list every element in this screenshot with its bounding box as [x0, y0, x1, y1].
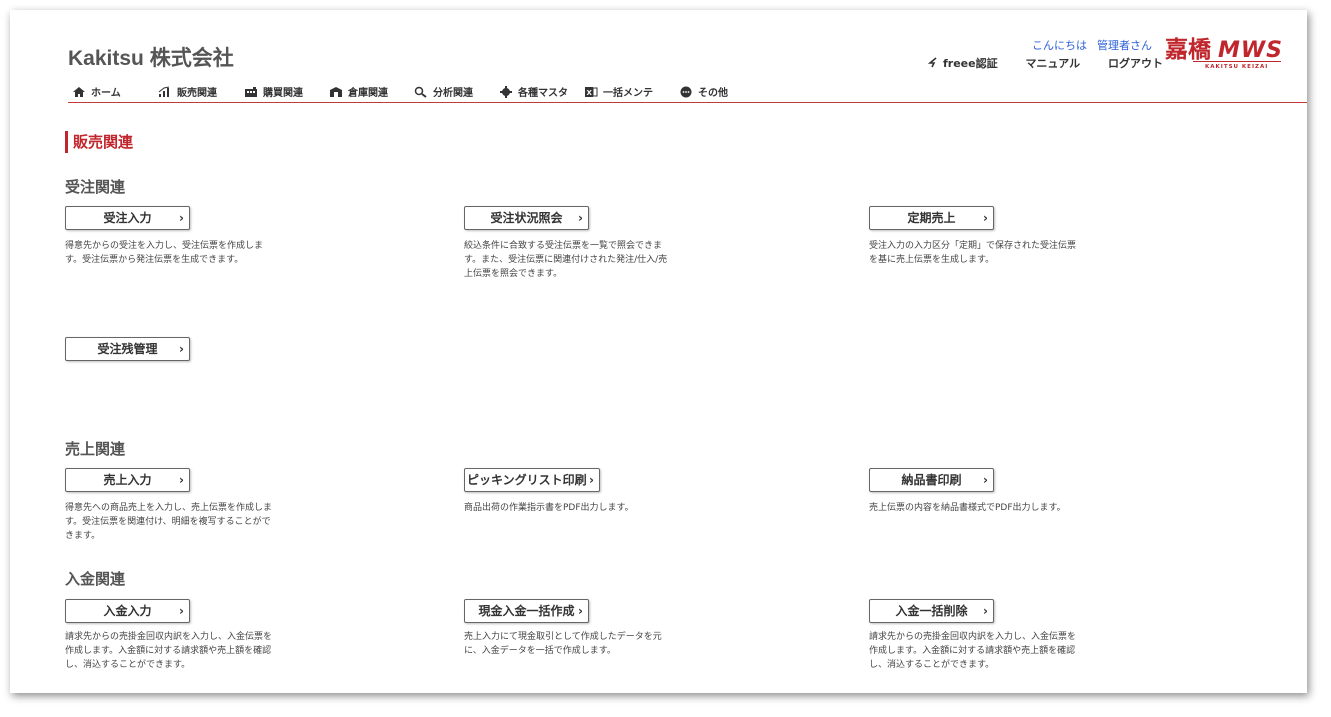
- analysis-icon: [414, 86, 427, 98]
- chevron-right-icon: ›: [179, 473, 184, 487]
- nav-label: 購買関連: [263, 88, 303, 99]
- nav-master[interactable]: 各種マスタ: [499, 84, 568, 99]
- order-status-button[interactable]: 受注状況照会 ›: [464, 206, 589, 230]
- nav-bulk-maintenance[interactable]: X 一括メンテ: [584, 84, 653, 99]
- nav-label: 一括メンテ: [603, 88, 653, 99]
- chevron-right-icon: ›: [179, 604, 184, 618]
- home-icon: [73, 87, 85, 97]
- excel-icon: X: [585, 87, 598, 97]
- nav-label: 各種マスタ: [518, 88, 568, 99]
- chevron-right-icon: ›: [578, 604, 583, 618]
- nav-label: 倉庫関連: [348, 88, 388, 99]
- chevron-right-icon: ›: [983, 211, 988, 225]
- svg-text:嘉橋: 嘉橋: [1165, 36, 1212, 63]
- logout-link[interactable]: ログアウト: [1108, 55, 1163, 71]
- chevron-right-icon: ›: [983, 604, 988, 618]
- payment-entry-desc: 請求先からの売掛金回収内訳を入力し、入金伝票を 作成します。入金額に対する請求額…: [65, 632, 273, 670]
- button-label: 現金入金一括作成: [478, 604, 575, 618]
- picking-list-desc: 商品出荷の作業指示書をPDF出力します。: [464, 503, 634, 513]
- button-label: 納品書印刷: [901, 473, 962, 487]
- periodic-sales-desc: 受注入力の入力区分「定期」で保存された受注伝票 を基に売上伝票を生成します。: [869, 241, 1077, 265]
- order-entry-button[interactable]: 受注入力 ›: [65, 206, 190, 230]
- payment-bulk-delete-button[interactable]: 入金一括削除 ›: [869, 599, 994, 623]
- user-name[interactable]: 管理者さん: [1097, 39, 1152, 52]
- chevron-right-icon: ›: [179, 211, 184, 225]
- nav-other[interactable]: その他: [679, 84, 728, 99]
- freee-icon: [927, 57, 937, 68]
- periodic-sales-button[interactable]: 定期売上 ›: [869, 206, 994, 230]
- chevron-right-icon: ›: [179, 342, 184, 356]
- cash-payment-bulk-create-button[interactable]: 現金入金一括作成 ›: [464, 599, 589, 623]
- manual-link[interactable]: マニュアル: [1025, 55, 1080, 71]
- group-title-payment: 入金関連: [65, 570, 126, 588]
- company-name: Kakitsu 株式会社: [68, 47, 234, 70]
- nav-label: ホーム: [91, 88, 121, 99]
- picking-list-print-button[interactable]: ピッキングリスト印刷 ›: [464, 468, 600, 492]
- more-icon: [680, 86, 692, 98]
- payment-entry-button[interactable]: 入金入力 ›: [65, 599, 190, 623]
- gear-icon: [500, 86, 512, 98]
- nav-label: 分析関連: [433, 88, 473, 99]
- button-label: 受注入力: [103, 211, 152, 225]
- group-title-order: 受注関連: [65, 178, 126, 196]
- button-label: 入金入力: [103, 604, 152, 618]
- top-links: freee認証 マニュアル ログアウト: [927, 55, 1163, 71]
- nav-warehouse[interactable]: 倉庫関連: [329, 84, 388, 99]
- delivery-note-desc: 売上伝票の内容を納品書様式でPDF出力します。: [869, 503, 1066, 513]
- bar-chart-icon: [158, 86, 170, 97]
- building-icon: [245, 87, 257, 97]
- chevron-right-icon: ›: [578, 211, 583, 225]
- main-nav: ホーム 販売関連 購買関連 倉庫関連 分析関連 各種マスタ X 一括メンテ その他: [68, 82, 1307, 103]
- greeting: こんにちは 管理者さん: [1032, 37, 1152, 53]
- logo: 嘉橋 MWS KAKITSU KEIZAI: [1165, 33, 1283, 70]
- backorder-management-button[interactable]: 受注残管理 ›: [65, 337, 190, 361]
- sales-entry-desc: 得意先への商品売上を入力し、売上伝票を作成しま す。受注伝票を関連付け、明細を複…: [65, 503, 273, 541]
- button-label: 入金一括削除: [895, 604, 968, 618]
- svg-text:MWS: MWS: [1218, 38, 1283, 63]
- button-label: 受注状況照会: [490, 211, 563, 225]
- payment-bulk-delete-desc: 請求先からの売掛金回収内訳を入力し、入金伝票を 作成します。入金額に対する請求額…: [869, 632, 1077, 670]
- button-label: ピッキングリスト印刷: [467, 473, 587, 487]
- sales-entry-button[interactable]: 売上入力 ›: [65, 468, 190, 492]
- nav-analysis[interactable]: 分析関連: [414, 84, 473, 99]
- freee-auth-label: freee認証: [943, 57, 998, 70]
- button-label: 受注残管理: [97, 342, 158, 356]
- chevron-right-icon: ›: [983, 473, 988, 487]
- svg-text:KAKITSU KEIZAI: KAKITSU KEIZAI: [1205, 64, 1268, 69]
- order-status-desc: 絞込条件に合致する受注伝票を一覧で照会できま す。また、受注伝票に関連付けされた…: [464, 241, 668, 279]
- app-window: Kakitsu 株式会社 こんにちは 管理者さん freee認証 マニュアル ログ…: [10, 10, 1307, 693]
- button-label: 定期売上: [907, 211, 956, 225]
- warehouse-icon: [330, 87, 342, 97]
- freee-auth-link[interactable]: freee認証: [927, 55, 998, 71]
- greeting-text: こんにちは: [1032, 39, 1087, 52]
- nav-purchase[interactable]: 購買関連: [244, 84, 303, 99]
- chevron-right-icon: ›: [589, 473, 594, 487]
- group-title-sales: 売上関連: [65, 440, 126, 458]
- svg-text:X: X: [587, 89, 593, 97]
- button-label: 売上入力: [103, 473, 152, 487]
- cash-payment-bulk-create-desc: 売上入力にて現金取引として作成したデータを元 に、入金データを一括で作成します。: [464, 632, 662, 656]
- nav-label: 販売関連: [177, 88, 217, 99]
- nav-sales[interactable]: 販売関連: [158, 84, 217, 99]
- page-title: 販売関連: [65, 131, 133, 153]
- nav-home[interactable]: ホーム: [72, 84, 121, 99]
- nav-label: その他: [698, 88, 728, 99]
- order-entry-desc: 得意先からの受注を入力し、受注伝票を作成しま す。受注伝票から発注伝票を生成でき…: [65, 241, 264, 265]
- delivery-note-print-button[interactable]: 納品書印刷 ›: [869, 468, 994, 492]
